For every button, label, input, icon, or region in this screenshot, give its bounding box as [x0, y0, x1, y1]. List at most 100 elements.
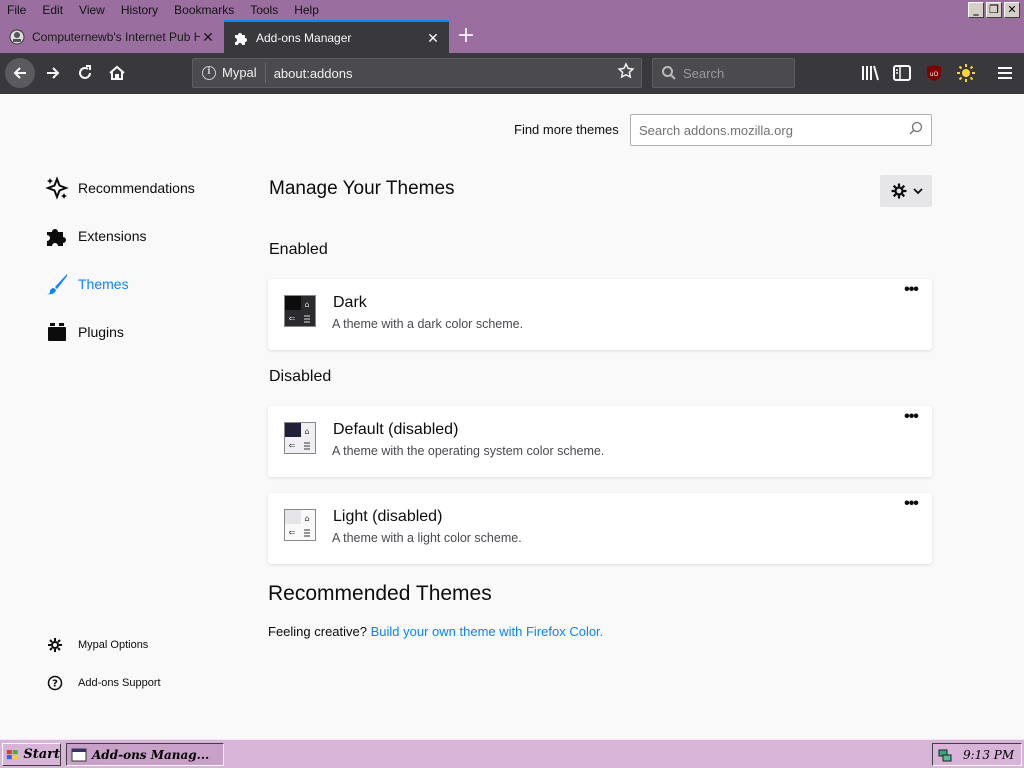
enabled-heading: Enabled: [269, 241, 328, 258]
plugin-icon: [44, 319, 70, 345]
menu-history[interactable]: History: [121, 3, 158, 17]
category-label: Plugins: [78, 324, 124, 340]
search-placeholder: Search: [683, 65, 725, 81]
svg-text:⇐: ⇐: [289, 314, 296, 323]
disabled-heading: Disabled: [269, 368, 332, 385]
menu-view[interactable]: View: [79, 3, 105, 17]
home-button[interactable]: [102, 58, 132, 88]
sidebar-icon[interactable]: [892, 63, 912, 83]
tab-label: Computernewb's Internet Pub Hub: [32, 29, 200, 44]
puzzle-icon: [44, 223, 70, 249]
theme-card-light[interactable]: ⌂ ⇐ Light (disabled) A theme with a light…: [268, 493, 932, 564]
theme-description: A theme with a dark color scheme.: [332, 317, 524, 331]
category-recommendations[interactable]: Recommendations: [44, 173, 195, 203]
category-label: Themes: [78, 276, 129, 292]
close-tab-icon[interactable]: ✕: [200, 29, 216, 45]
category-label: Recommendations: [78, 180, 195, 196]
taskbar: Start Add-ons Manag... 9:13 PM: [0, 739, 1024, 768]
taskbar-item-addons-manager[interactable]: Add-ons Manag...: [66, 743, 224, 766]
theme-preview-dark: ⌂ ⇐: [284, 295, 316, 327]
svg-text:⌂: ⌂: [304, 427, 309, 436]
search-icon: [661, 65, 677, 81]
window-icon: [71, 748, 87, 761]
find-more-label: Find more themes: [514, 122, 619, 137]
svg-text:?: ?: [52, 679, 58, 690]
info-icon[interactable]: i: [202, 66, 216, 80]
tab-label: Add-ons Manager: [256, 30, 352, 45]
addons-support-link[interactable]: ? Add-ons Support: [46, 674, 161, 692]
amo-search-input[interactable]: Search addons.mozilla.org: [630, 114, 932, 146]
theme-name: Dark: [333, 294, 367, 311]
theme-card-dark[interactable]: ⌂ ⇐ Dark A theme with a dark color scheme…: [268, 279, 932, 350]
theme-preview-default: ⌂ ⇐: [284, 422, 316, 454]
more-options-button[interactable]: •••: [902, 282, 920, 301]
tab-strip: Computernewb's Internet Pub Hub ✕ Add-on…: [0, 20, 1024, 53]
theme-description: A theme with a light color scheme.: [332, 531, 522, 545]
menu-bookmarks[interactable]: Bookmarks: [174, 3, 234, 17]
menu-help[interactable]: Help: [294, 3, 319, 17]
url-text[interactable]: about:addons: [274, 66, 617, 81]
svg-text:uO: uO: [930, 71, 939, 78]
theme-description: A theme with the operating system color …: [332, 444, 605, 458]
close-window-button[interactable]: ✕: [1004, 2, 1020, 18]
start-button[interactable]: Start: [2, 743, 61, 766]
menu-tools[interactable]: Tools: [250, 3, 278, 17]
nav-bar: i Mypal about:addons Search uO: [0, 53, 1024, 94]
taskbar-item-label: Add-ons Manag...: [92, 747, 210, 762]
footer-link-label: Add-ons Support: [78, 677, 161, 689]
brush-icon: [44, 271, 70, 297]
menu-bar: File Edit View History Bookmarks Tools H…: [0, 0, 1024, 20]
url-bar[interactable]: i Mypal about:addons: [192, 58, 642, 88]
search-icon: [909, 121, 923, 140]
tab-computernewb[interactable]: Computernewb's Internet Pub Hub ✕: [0, 20, 224, 53]
puzzle-icon: [233, 30, 249, 46]
tab-addons-manager[interactable]: Add-ons Manager ✕: [224, 20, 449, 53]
category-plugins[interactable]: Plugins: [44, 317, 124, 347]
svg-text:⌂: ⌂: [304, 300, 309, 309]
site-favicon-icon: [9, 29, 25, 45]
network-icon[interactable]: [937, 747, 953, 763]
system-tray: 9:13 PM: [932, 743, 1022, 766]
menu-edit[interactable]: Edit: [42, 3, 63, 17]
page-title: Manage Your Themes: [269, 178, 455, 199]
firefox-color-promo: Feeling creative? Build your own theme w…: [268, 624, 603, 639]
reload-button[interactable]: [70, 58, 100, 88]
windows-logo-icon: [6, 749, 18, 759]
window-controls: _ ❐ ✕: [968, 2, 1020, 18]
back-button[interactable]: [5, 58, 35, 88]
mypal-options-link[interactable]: Mypal Options: [46, 636, 148, 654]
category-extensions[interactable]: Extensions: [44, 221, 146, 251]
chevron-down-icon: [912, 187, 923, 195]
category-label: Extensions: [78, 228, 147, 244]
theme-name: Light (disabled): [333, 508, 443, 525]
svg-text:⇐: ⇐: [289, 441, 296, 450]
recommended-themes-heading: Recommended Themes: [268, 582, 492, 605]
sun-icon[interactable]: [956, 63, 976, 83]
category-themes[interactable]: Themes: [44, 269, 129, 299]
firefox-color-link[interactable]: Build your own theme with Firefox Color.: [371, 624, 604, 639]
svg-text:⇐: ⇐: [289, 528, 296, 537]
hamburger-menu-icon[interactable]: [995, 63, 1015, 83]
forward-button[interactable]: [38, 58, 68, 88]
library-icon[interactable]: [860, 63, 880, 83]
footer-link-label: Mypal Options: [78, 639, 149, 651]
tools-menu-button[interactable]: [880, 175, 932, 207]
identity-label[interactable]: Mypal: [222, 63, 266, 83]
home-icon: [109, 65, 125, 80]
gear-icon: [46, 636, 64, 654]
back-arrow-icon: [13, 67, 26, 79]
ublock-icon[interactable]: uO: [924, 63, 944, 83]
restore-button[interactable]: ❐: [986, 2, 1002, 18]
more-options-button[interactable]: •••: [902, 409, 920, 428]
search-bar[interactable]: Search: [652, 58, 795, 88]
more-options-button[interactable]: •••: [902, 496, 920, 515]
theme-name: Default (disabled): [333, 421, 459, 438]
svg-text:⌂: ⌂: [304, 514, 309, 523]
new-tab-button[interactable]: +: [455, 24, 477, 48]
theme-card-default[interactable]: ⌂ ⇐ Default (disabled) A theme with the o…: [268, 406, 932, 477]
close-tab-icon[interactable]: ✕: [425, 30, 441, 46]
minimize-button[interactable]: _: [968, 2, 984, 18]
bookmark-star-icon[interactable]: [617, 61, 635, 85]
menu-file[interactable]: File: [7, 3, 26, 17]
addons-manager-page: Find more themes Search addons.mozilla.o…: [0, 94, 1024, 739]
